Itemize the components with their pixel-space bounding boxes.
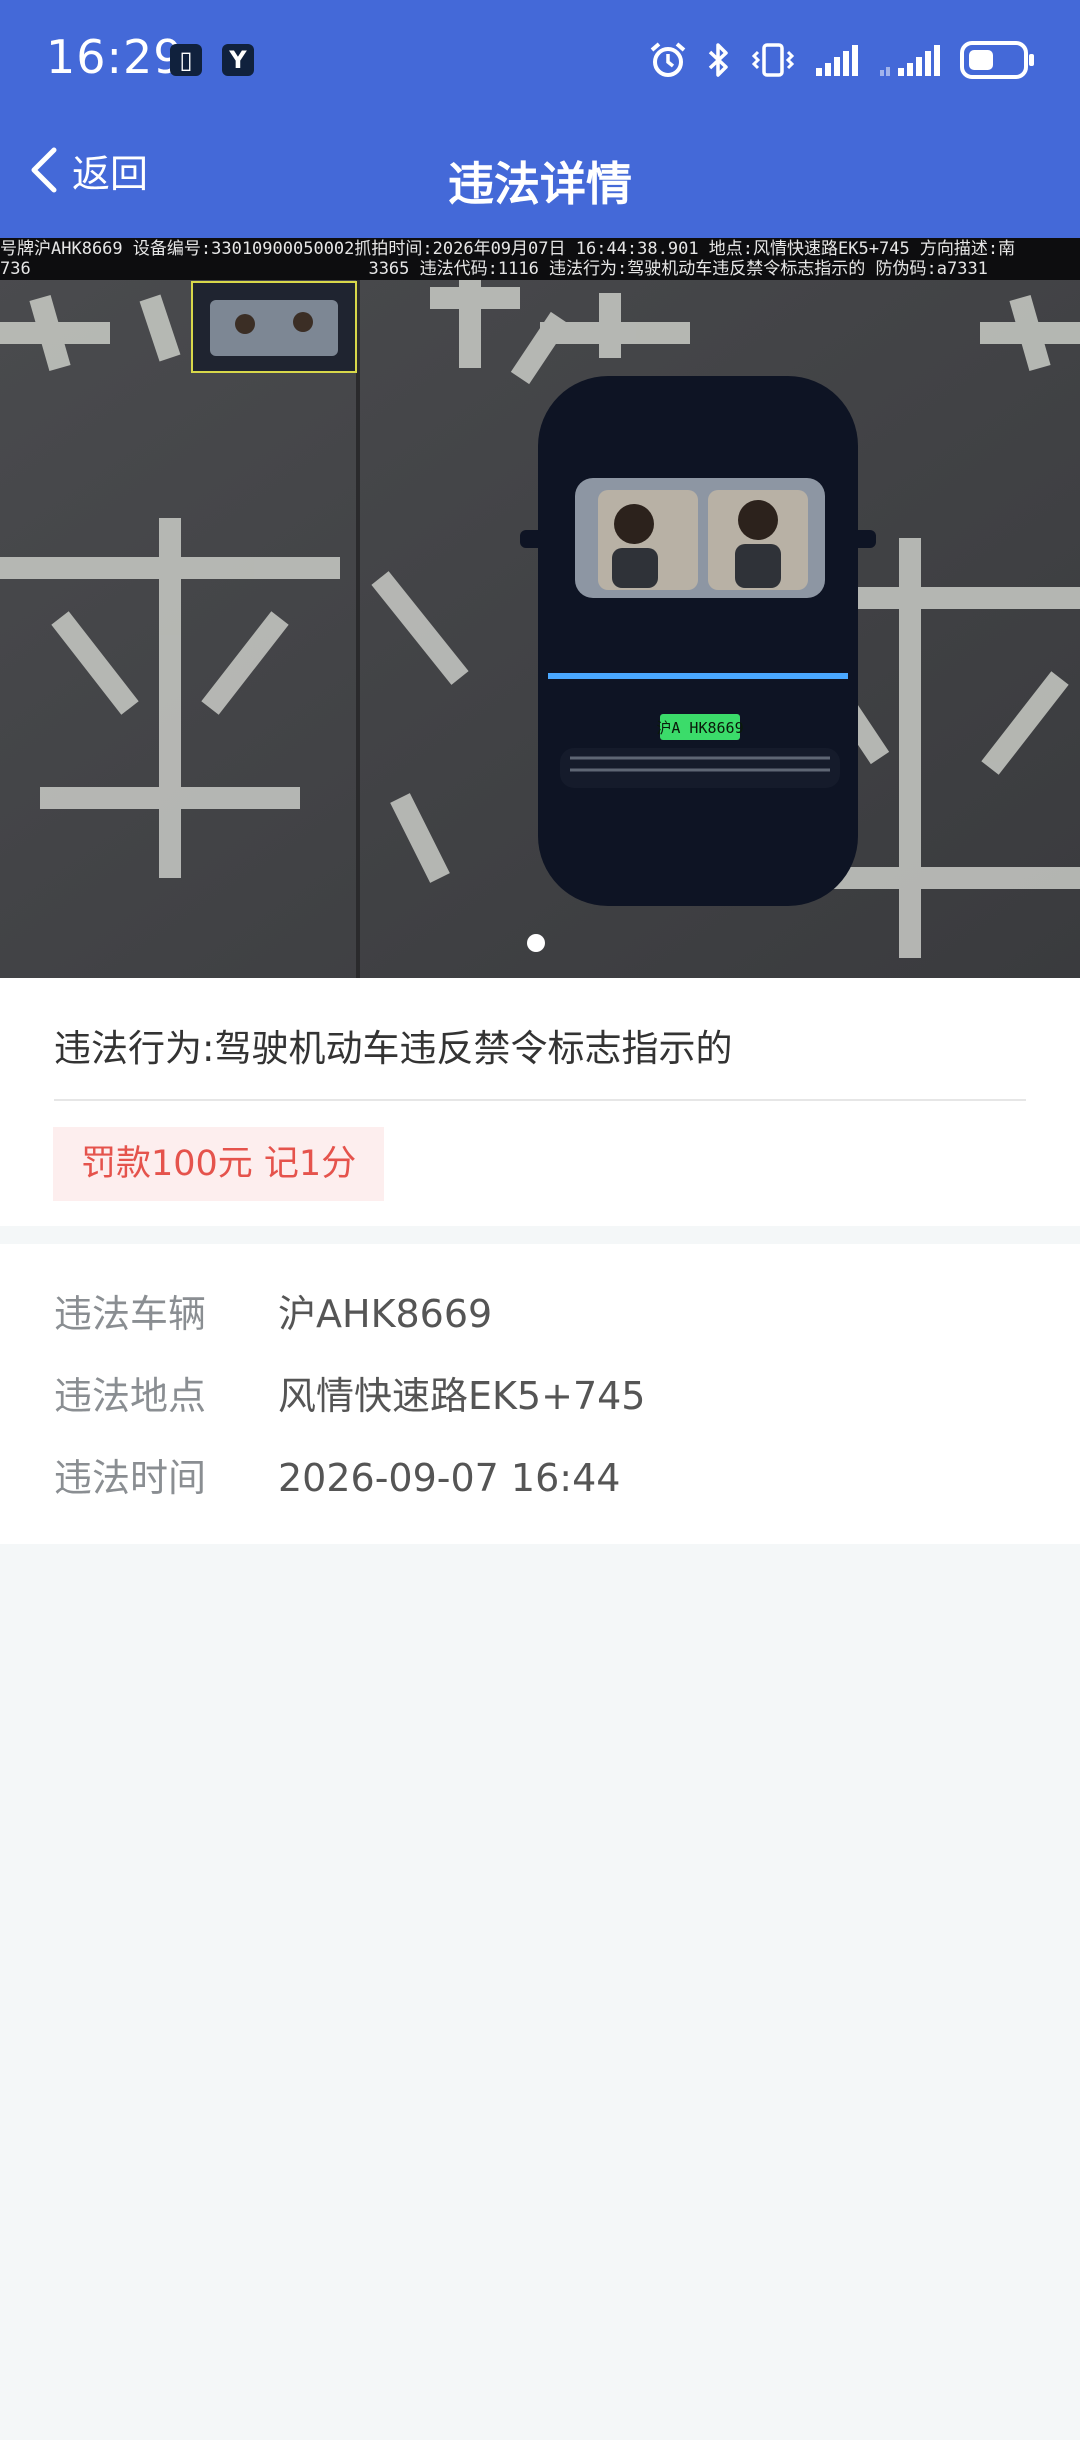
notification-app-icon: ▯ xyxy=(170,44,202,76)
signal-icon xyxy=(816,45,858,76)
detail-label: 违法车辆 xyxy=(54,1292,207,1336)
battery-icon xyxy=(960,41,1034,79)
detail-value: 风情快速路EK5+745 xyxy=(278,1374,646,1418)
alarm-icon xyxy=(650,42,686,77)
photo-caption-line1: 号牌沪AHK8669 设备编号:33010900050002抓拍时间:2026年… xyxy=(0,239,1016,259)
violation-behavior-label: 违法行为: xyxy=(54,1027,215,1070)
violation-behavior: 违法行为:驾驶机动车违反禁令标志指示的 xyxy=(54,1018,732,1072)
status-icons xyxy=(648,34,1036,86)
nav-bar: 返回 违法详情 xyxy=(0,120,1080,238)
bluetooth-icon xyxy=(708,43,728,77)
vibrate-icon xyxy=(751,43,795,77)
violation-photo-image: 沪A HK8669 xyxy=(0,238,1080,978)
violation-photo[interactable]: 沪A HK8669 号牌沪AHK8669 设备编号:33010900050002… xyxy=(0,238,1080,978)
detail-value: 2026-09-07 16:44 xyxy=(278,1456,621,1500)
license-plate: 沪A HK8669 xyxy=(656,719,743,737)
yandex-app-icon: Y xyxy=(222,44,254,76)
signal-icon xyxy=(880,45,940,76)
app-header: 16:29 ▯ Y 返回 违法详情 xyxy=(0,0,1080,238)
divider xyxy=(54,1099,1026,1101)
status-bar: 16:29 ▯ Y xyxy=(0,0,1080,120)
page-title: 违法详情 xyxy=(448,157,632,211)
carousel-indicator-dot[interactable] xyxy=(527,934,545,952)
detail-value: 沪AHK8669 xyxy=(278,1292,493,1336)
photo-caption: 号牌沪AHK8669 设备编号:33010900050002抓拍时间:2026年… xyxy=(0,238,1080,280)
penalty-badge: 罚款100元 记1分 xyxy=(53,1127,385,1201)
status-time: 16:29 xyxy=(46,30,184,84)
detail-label: 违法地点 xyxy=(54,1374,207,1418)
violation-details-card: 违法车辆 沪AHK8669 违法地点 风情快速路EK5+745 违法时间 202… xyxy=(0,1244,1080,1544)
photo-caption-line2: 736 3365 违法代码:1116 违法行为:驾驶机动车违反禁令标志指示的 防… xyxy=(0,259,988,279)
violation-summary-card: 违法行为:驾驶机动车违反禁令标志指示的 罚款100元 记1分 xyxy=(0,978,1080,1226)
detail-label: 违法时间 xyxy=(54,1456,207,1500)
violation-behavior-value: 驾驶机动车违反禁令标志指示的 xyxy=(214,1027,733,1070)
